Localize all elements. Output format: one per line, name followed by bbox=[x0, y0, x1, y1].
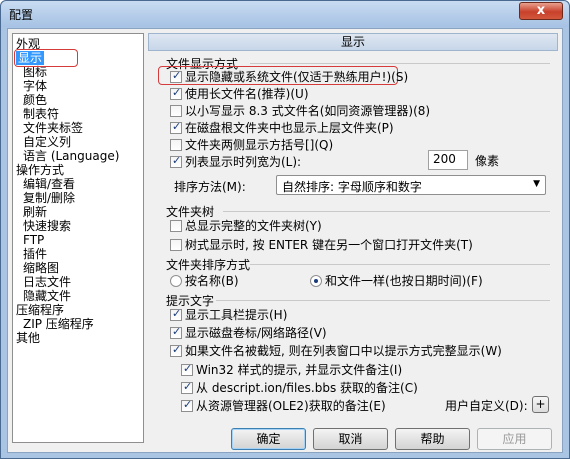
tree-item-icons[interactable]: 图标 bbox=[23, 65, 47, 79]
option-show-hidden-system[interactable]: 显示隐藏或系统文件(仅适于熟练用户!)(S) bbox=[170, 69, 408, 84]
tree-item-fonts[interactable]: 字体 bbox=[23, 79, 47, 93]
checkbox-checked[interactable] bbox=[181, 398, 193, 412]
tree-item-tabs[interactable]: 制表符 bbox=[23, 107, 59, 121]
chevron-down-icon: ▼ bbox=[533, 179, 540, 189]
config-window: 配置 x 外观 显示 图标 字体 颜色 制表符 文件夹标签 自定义列 语言 (L… bbox=[0, 0, 570, 459]
option-square-brackets[interactable]: 文件夹两侧显示方括号[](Q) bbox=[170, 138, 333, 152]
help-button[interactable]: 帮助 bbox=[395, 428, 470, 450]
tree-item-zip-packer[interactable]: ZIP 压缩程序 bbox=[23, 317, 94, 331]
folder-sort-group-label: 文件夹排序方式 bbox=[166, 258, 251, 272]
group-divider bbox=[216, 300, 550, 301]
option-volume-label-tips[interactable]: 显示磁盘卷标/网络路径(V) bbox=[170, 325, 327, 340]
tree-item-copy-delete[interactable]: 复制/删除 bbox=[23, 191, 75, 205]
tree-item-refresh[interactable]: 刷新 bbox=[23, 205, 47, 219]
radio-unchecked[interactable] bbox=[170, 275, 182, 287]
option-win32-style-tips[interactable]: Win32 样式的提示, 并显示文件备注(I) bbox=[181, 362, 402, 377]
checkbox-checked[interactable] bbox=[170, 120, 182, 134]
checkbox-checked[interactable] bbox=[170, 325, 182, 339]
option-truncated-name-tips[interactable]: 如果文件名被截短, 则在列表窗口中以提示方式完整显示(W) bbox=[170, 343, 502, 358]
option-descript-ion-comments[interactable]: 从 descript.ion/files.bbs 获取的备注(C) bbox=[181, 380, 418, 395]
group-divider bbox=[250, 264, 550, 265]
folder-tree-group-label: 文件夹树 bbox=[166, 205, 215, 219]
column-width-unit: 像素 bbox=[475, 154, 500, 168]
tree-item-log-file[interactable]: 日志文件 bbox=[23, 275, 71, 289]
highlight-box-tree bbox=[14, 49, 78, 67]
radio-checked[interactable] bbox=[310, 275, 322, 287]
sort-method-label: 排序方法(M): bbox=[174, 180, 246, 194]
tree-item-packers[interactable]: 压缩程序 bbox=[16, 303, 64, 317]
option-lowercase-83[interactable]: 以小写显示 8.3 式文件名(如同资源管理器)(8) bbox=[170, 104, 430, 118]
custom-tips-add-button[interactable]: + bbox=[532, 396, 549, 413]
checkbox-checked[interactable] bbox=[170, 69, 182, 83]
option-long-filenames[interactable]: 使用长文件名(推荐)(U) bbox=[170, 86, 309, 101]
checkbox-unchecked[interactable] bbox=[170, 239, 182, 251]
checkbox-checked[interactable] bbox=[170, 154, 182, 168]
option-explorer-ole2-comments[interactable]: 从资源管理器(OLE2)获取的备注(E) bbox=[181, 398, 386, 413]
checkbox-checked[interactable] bbox=[170, 307, 182, 321]
checkbox-checked[interactable] bbox=[170, 86, 182, 100]
cancel-button[interactable]: 取消 bbox=[313, 428, 388, 450]
tree-item-custom-columns[interactable]: 自定义列 bbox=[23, 135, 71, 149]
apply-button: 应用 bbox=[477, 428, 552, 450]
tree-item-quick-search[interactable]: 快速搜索 bbox=[23, 219, 71, 233]
checkbox-unchecked[interactable] bbox=[170, 105, 182, 117]
tree-item-operation[interactable]: 操作方式 bbox=[16, 163, 64, 177]
radio-by-name[interactable]: 按名称(B) bbox=[170, 274, 239, 288]
radio-like-files[interactable]: 和文件一样(也按日期时间)(F) bbox=[310, 274, 483, 288]
sort-method-dropdown[interactable]: 自然排序: 字母顺序和数字 ▼ bbox=[276, 175, 546, 195]
tree-item-language[interactable]: 语言 (Language) bbox=[23, 149, 119, 163]
tree-item-edit-view[interactable]: 编辑/查看 bbox=[23, 177, 75, 191]
window-title: 配置 bbox=[9, 8, 34, 22]
title-bar[interactable]: 配置 x bbox=[1, 1, 569, 27]
checkbox-checked[interactable] bbox=[181, 362, 193, 376]
settings-tree[interactable]: 外观 显示 图标 字体 颜色 制表符 文件夹标签 自定义列 语言 (Langua… bbox=[12, 33, 144, 443]
tree-item-misc[interactable]: 其他 bbox=[16, 331, 40, 345]
checkbox-checked[interactable] bbox=[181, 380, 193, 394]
option-full-tree[interactable]: 总显示完整的文件夹树(Y) bbox=[170, 219, 322, 233]
option-toolbar-tips[interactable]: 显示工具栏提示(H) bbox=[170, 307, 287, 322]
custom-tips-label: 用户自定义(D): bbox=[445, 399, 528, 413]
tree-item-thumbnails[interactable]: 缩略图 bbox=[23, 261, 59, 275]
tree-item-folder-tabs[interactable]: 文件夹标签 bbox=[23, 121, 83, 135]
option-enter-new-window[interactable]: 树式显示时, 按 ENTER 键在另一个窗口打开文件夹(T) bbox=[170, 238, 473, 252]
checkbox-unchecked[interactable] bbox=[170, 139, 182, 151]
checkbox-checked[interactable] bbox=[170, 343, 182, 357]
panel-title: 显示 bbox=[148, 33, 558, 51]
option-root-parent-folder[interactable]: 在磁盘根文件夹中也显示上层文件夹(P) bbox=[170, 120, 394, 135]
group-divider bbox=[250, 63, 550, 64]
tree-item-hidden-files[interactable]: 隐藏文件 bbox=[23, 289, 71, 303]
checkbox-unchecked[interactable] bbox=[170, 220, 182, 232]
column-width-input[interactable]: 200 bbox=[428, 150, 468, 170]
tree-item-plugins[interactable]: 插件 bbox=[23, 247, 47, 261]
option-column-width[interactable]: 列表显示时列宽为(L): bbox=[170, 154, 301, 169]
tree-item-colors[interactable]: 颜色 bbox=[23, 93, 47, 107]
tree-item-ftp[interactable]: FTP bbox=[23, 233, 44, 247]
close-button[interactable]: x bbox=[519, 2, 563, 20]
client-area: 外观 显示 图标 字体 颜色 制表符 文件夹标签 自定义列 语言 (Langua… bbox=[7, 28, 563, 453]
display-settings-panel: 显示 文件显示方式 显示隐藏或系统文件(仅适于熟练用户!)(S) 使用长文件名(… bbox=[148, 33, 558, 419]
ok-button[interactable]: 确定 bbox=[231, 428, 306, 450]
sort-method-value: 自然排序: 字母顺序和数字 bbox=[282, 180, 422, 194]
group-divider bbox=[223, 211, 550, 212]
